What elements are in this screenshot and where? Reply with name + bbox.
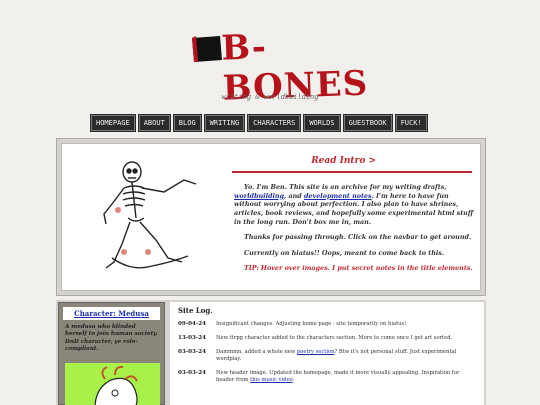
- poetry-section-link[interactable]: poetry section: [297, 349, 335, 355]
- nav-homepage[interactable]: HOMEPAGE: [90, 114, 136, 132]
- log-entry: 03-03-24 New header image. Updated the h…: [178, 370, 476, 384]
- site-log: Site Log. 09-04-24 Insignificant changes…: [170, 302, 484, 405]
- log-date: 03-03-24: [178, 349, 206, 356]
- character-title-link[interactable]: Character: Medusa: [63, 307, 160, 320]
- log-entry: 03-03-24 Dammmn, added a whole new poetr…: [178, 349, 476, 363]
- nav-about[interactable]: ABOUT: [137, 114, 171, 132]
- worldbuilding-link[interactable]: worldbuilding: [234, 192, 284, 200]
- log-entry: 13-03-24 New ttrpg character added to th…: [178, 335, 476, 342]
- nav-blog[interactable]: BLOG: [172, 114, 202, 132]
- skeleton-image[interactable]: [98, 158, 208, 298]
- nav-fuck[interactable]: FUCK!: [394, 114, 428, 132]
- site-logo[interactable]: B-BONES: [190, 26, 370, 109]
- character-card: Character: Medusa A medusa who blinded h…: [58, 302, 165, 405]
- music-video-link[interactable]: this music video: [250, 377, 293, 383]
- bottom-section: Character: Medusa A medusa who blinded h…: [56, 300, 486, 405]
- log-text: Dammmn, added a whole new poetry section…: [216, 349, 476, 363]
- character-description: A medusa who blinded herself to join hum…: [65, 324, 158, 352]
- log-date: 03-03-24: [178, 370, 206, 377]
- log-date: 09-04-24: [178, 321, 206, 327]
- log-date: 13-03-24: [178, 335, 206, 342]
- log-entry: 09-04-24 Insignificant changes. Adjustin…: [178, 321, 476, 328]
- intro-paragraph-3: Currently on hiatus!! Oops, meant to com…: [244, 248, 445, 257]
- nav-guestbook[interactable]: GUESTBOOK: [342, 114, 393, 132]
- nav-characters[interactable]: CHARACTERS: [247, 114, 302, 132]
- nav-worlds[interactable]: WORLDS: [303, 114, 341, 132]
- log-text: New header image. Updated the homepage, …: [216, 370, 476, 384]
- intro-box: Read Intro > Yo. I'm Ben. This site is a…: [61, 143, 481, 291]
- intro-p1-a: Yo. I'm Ben. This site is an archive for…: [244, 183, 447, 191]
- log-text-a: Dammmn, added a whole new: [216, 349, 297, 356]
- log-text-b: .: [292, 377, 295, 384]
- development-notes-link[interactable]: development notes: [304, 192, 372, 200]
- site-log-title: Site Log.: [178, 306, 213, 315]
- character-image[interactable]: [65, 363, 160, 405]
- main-navbar: HOMEPAGE ABOUT BLOG WRITING CHARACTERS W…: [90, 114, 428, 132]
- site-tagline: writing & worldbuilding: [221, 93, 319, 101]
- log-text: New ttrpg character added to the charact…: [216, 335, 453, 342]
- intro-divider: [232, 171, 472, 173]
- flag-icon: [192, 36, 222, 62]
- log-text: Insignificant changes. Adjusting home pa…: [216, 321, 407, 327]
- intro-paragraph-2: Thanks for passing through. Click on the…: [244, 233, 472, 242]
- intro-panel: Read Intro > Yo. I'm Ben. This site is a…: [56, 138, 486, 296]
- medusa-illustration: [94, 365, 138, 405]
- intro-tip: TIP: Hover over images. I put secret not…: [244, 264, 473, 273]
- intro-paragraph-1: Yo. I'm Ben. This site is an archive for…: [234, 183, 474, 226]
- intro-p1-b: , and: [284, 191, 304, 200]
- intro-text: Yo. I'm Ben. This site is an archive for…: [234, 183, 474, 280]
- nav-writing[interactable]: WRITING: [203, 114, 246, 132]
- read-intro-link[interactable]: Read Intro >: [62, 156, 480, 166]
